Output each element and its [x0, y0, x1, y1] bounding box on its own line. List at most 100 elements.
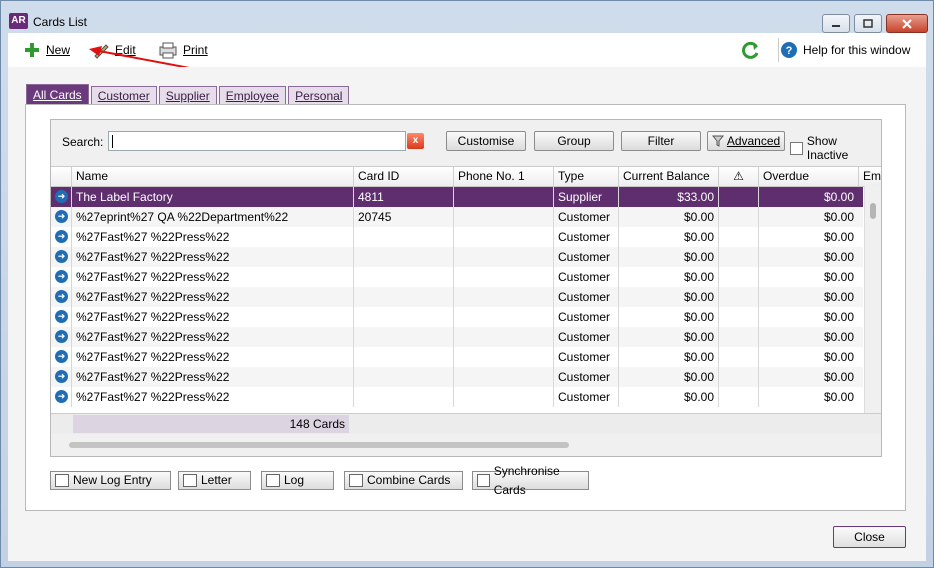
synchronise-cards-button[interactable]: Synchronise Cards — [472, 464, 589, 497]
row-detail-arrow-icon[interactable]: ➜ — [55, 370, 68, 383]
table-cell — [718, 247, 758, 267]
table-row[interactable]: ➜ %27Fast%27 %22Press%22 Customer $0.00 $0.0… — [51, 327, 863, 347]
help-icon: ? — [781, 42, 797, 58]
app-logo-icon: AR — [9, 13, 28, 29]
tab-customer[interactable]: Customer — [90, 86, 157, 105]
table-cell — [353, 247, 453, 267]
new-label: New — [46, 43, 71, 57]
clear-search-button[interactable]: x — [407, 133, 424, 149]
maximize-button[interactable] — [854, 14, 882, 33]
cards-list-area: Search: x Customise Group Filter Advance… — [50, 119, 882, 457]
search-input[interactable] — [108, 131, 406, 151]
search-label: Search: — [62, 135, 104, 149]
table-cell — [453, 367, 553, 387]
table-cell — [453, 207, 553, 227]
synchronise-cards-label: Synchronise Cards — [493, 463, 560, 497]
minimize-button[interactable] — [822, 14, 850, 33]
column-header-balance[interactable]: Current Balance — [618, 167, 718, 186]
new-button[interactable]: New — [23, 41, 70, 59]
table-row[interactable]: ➜ %27Fast%27 %22Press%22 Customer $0.00 $0.0… — [51, 307, 863, 327]
table-row[interactable]: ➜ %27Fast%27 %22Press%22 Customer $0.00 $0.0… — [51, 247, 863, 267]
table-row[interactable]: ➜ %27Fast%27 %22Press%22 Customer $0.00 $0.0… — [51, 227, 863, 247]
row-detail-arrow-icon[interactable]: ➜ — [55, 310, 68, 323]
table-cell: %27Fast%27 %22Press%22 — [71, 227, 353, 247]
table-cell — [718, 287, 758, 307]
combine-cards-button[interactable]: Combine Cards — [344, 471, 463, 490]
table-row[interactable]: ➜ %27Fast%27 %22Press%22 Customer $0.00 $0.0… — [51, 347, 863, 367]
table-cell: 4811 — [353, 187, 453, 207]
table-row[interactable]: ➜ %27Fast%27 %22Press%22 Customer $0.00 $0.0… — [51, 387, 863, 407]
table-row[interactable]: ➜ %27eprint%27 QA %22Department%22 20745 Cu… — [51, 207, 863, 227]
tab-personal[interactable]: Personal — [288, 86, 350, 105]
group-button[interactable]: Group — [534, 131, 614, 151]
row-detail-arrow-icon[interactable]: ➜ — [55, 230, 68, 243]
table-cell: $0.00 — [758, 327, 858, 347]
letter-button[interactable]: Letter — [178, 471, 251, 490]
new-log-entry-label: New Log Entry — [73, 473, 152, 487]
checkbox-box — [790, 141, 803, 155]
row-detail-arrow-icon[interactable]: ➜ — [55, 330, 68, 343]
row-detail-arrow-icon[interactable]: ➜ — [55, 350, 68, 363]
column-header-card-id[interactable]: Card ID — [353, 167, 453, 186]
edit-button[interactable]: Edit — [92, 41, 136, 59]
column-header-overdue[interactable]: Overdue — [758, 167, 858, 186]
pencil-icon — [94, 44, 109, 59]
column-header-warning-icon[interactable]: ⚠ — [718, 167, 758, 186]
column-header-type[interactable]: Type — [553, 167, 618, 186]
new-log-icon — [55, 474, 69, 487]
table-cell — [718, 227, 758, 247]
tab-supplier[interactable]: Supplier — [158, 86, 217, 105]
window-close-button[interactable] — [886, 14, 928, 33]
toolbar-separator — [778, 38, 779, 62]
table-row[interactable]: ➜ %27Fast%27 %22Press%22 Customer $0.00 $0.0… — [51, 287, 863, 307]
refresh-button[interactable] — [741, 41, 761, 61]
table-header: Name Card ID Phone No. 1 Type Current Ba… — [51, 167, 881, 187]
maximize-icon — [863, 19, 873, 28]
print-button[interactable]: Print — [158, 41, 208, 59]
row-detail-arrow-icon[interactable]: ➜ — [55, 250, 68, 263]
log-label: Log — [284, 473, 305, 487]
svg-text:?: ? — [786, 45, 793, 57]
card-type-tabs: All Cards Customer Supplier Employee Per… — [26, 84, 350, 105]
horizontal-scroll-thumb[interactable] — [69, 442, 569, 448]
new-log-entry-button[interactable]: New Log Entry — [50, 471, 171, 490]
tab-employee[interactable]: Employee — [218, 86, 287, 105]
log-button[interactable]: Log — [261, 471, 334, 490]
cards-list-window: AR Cards List New Edit Print ? Help for … — [0, 0, 934, 568]
row-detail-arrow-icon[interactable]: ➜ — [55, 290, 68, 303]
table-row[interactable]: ➜ %27Fast%27 %22Press%22 Customer $0.00 $0.0… — [51, 367, 863, 387]
title-bar: AR Cards List — [1, 1, 933, 33]
table-row[interactable]: ➜ The Label Factory 4811 Supplier $33.00 $0.0… — [51, 187, 863, 207]
table-cell: %27Fast%27 %22Press%22 — [71, 367, 353, 387]
row-detail-arrow-icon[interactable]: ➜ — [55, 210, 68, 223]
table-cell: $0.00 — [618, 387, 718, 407]
vertical-scrollbar[interactable] — [864, 186, 881, 414]
table-cell: Customer — [553, 347, 618, 367]
table-cell: %27Fast%27 %22Press%22 — [71, 347, 353, 367]
horizontal-scrollbar[interactable] — [51, 437, 881, 453]
help-button[interactable]: ? Help for this window — [780, 41, 910, 59]
table-cell: $0.00 — [618, 367, 718, 387]
minimize-icon — [832, 24, 840, 27]
column-header-email[interactable]: Ema — [858, 167, 881, 186]
row-detail-arrow-icon[interactable]: ➜ — [55, 390, 68, 403]
show-inactive-checkbox[interactable]: Show Inactive — [790, 134, 881, 162]
table-cell: %27Fast%27 %22Press%22 — [71, 387, 353, 407]
table-cell: %27eprint%27 QA %22Department%22 — [71, 207, 353, 227]
row-detail-arrow-icon[interactable]: ➜ — [55, 270, 68, 283]
scroll-thumb[interactable] — [870, 203, 876, 219]
column-header-name[interactable]: Name — [71, 167, 353, 186]
tab-panel: Search: x Customise Group Filter Advance… — [25, 104, 906, 511]
tab-all-cards[interactable]: All Cards — [26, 84, 89, 105]
table-cell — [453, 347, 553, 367]
table-cell: Customer — [553, 227, 618, 247]
table-row[interactable]: ➜ %27Fast%27 %22Press%22 Customer $0.00 $0.0… — [51, 267, 863, 287]
close-button[interactable]: Close — [833, 526, 906, 548]
advanced-button[interactable]: Advanced — [707, 131, 785, 151]
filter-button[interactable]: Filter — [621, 131, 701, 151]
customise-button[interactable]: Customise — [446, 131, 526, 151]
table-cell — [718, 187, 758, 207]
table-cell: $0.00 — [758, 227, 858, 247]
row-detail-arrow-icon[interactable]: ➜ — [55, 190, 68, 203]
column-header-phone[interactable]: Phone No. 1 — [453, 167, 553, 186]
